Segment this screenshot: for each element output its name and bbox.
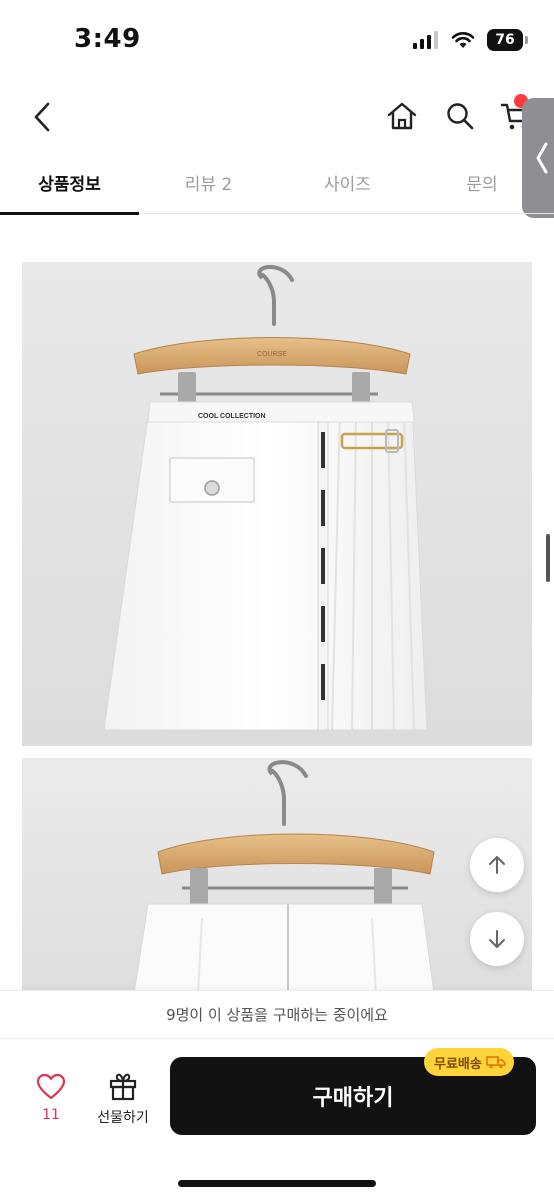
product-image-back xyxy=(22,758,532,994)
wifi-icon xyxy=(451,32,475,48)
heart-icon xyxy=(36,1073,66,1100)
search-icon xyxy=(447,103,474,130)
top-nav-bar xyxy=(0,84,554,150)
gift-button[interactable]: 선물하기 xyxy=(88,1071,158,1161)
gift-icon xyxy=(109,1073,137,1101)
scrollbar-thumb[interactable] xyxy=(546,534,550,582)
battery-level: 76 xyxy=(487,29,523,51)
tab-reviews[interactable]: 리뷰 2 xyxy=(139,150,278,214)
scroll-bottom-button[interactable] xyxy=(470,912,524,966)
status-icons: 76 xyxy=(413,28,528,52)
purchase-activity-notice: 9명이 이 상품을 구매하는 중이에요 xyxy=(0,990,554,1038)
status-bar: 3:49 76 xyxy=(0,0,554,84)
product-image-front: COURSE COOL COLLECTION xyxy=(22,262,532,746)
arrow-up-icon xyxy=(489,856,505,874)
active-tab-indicator xyxy=(0,212,139,215)
product-tabs: 상품정보 리뷰 2 사이즈 문의 xyxy=(0,150,554,215)
trim-text-waist: COOL COLLECTION xyxy=(198,413,266,420)
chevron-left-icon xyxy=(34,102,50,132)
free-shipping-label: 무료배송 xyxy=(434,1056,482,1072)
like-count: 11 xyxy=(42,1107,60,1123)
battery-icon: 76 xyxy=(487,29,528,51)
like-button[interactable]: 11 xyxy=(24,1073,78,1163)
signal-icon xyxy=(413,31,438,49)
hanger-brand-text: COURSE xyxy=(257,351,287,358)
scroll-top-button[interactable] xyxy=(470,838,524,892)
home-icon xyxy=(387,102,417,130)
tab-inquiry[interactable]: 문의 xyxy=(417,150,547,214)
home-indicator xyxy=(178,1180,376,1187)
search-button[interactable] xyxy=(440,94,480,138)
truck-icon xyxy=(486,1056,506,1069)
free-shipping-badge: 무료배송 xyxy=(424,1048,514,1076)
back-button[interactable] xyxy=(22,94,62,140)
arrow-down-icon xyxy=(489,930,505,948)
gift-label: 선물하기 xyxy=(97,1110,149,1126)
tab-product-info[interactable]: 상품정보 xyxy=(0,150,139,214)
status-time: 3:49 xyxy=(74,24,141,54)
home-button[interactable] xyxy=(382,94,422,138)
tab-size[interactable]: 사이즈 xyxy=(278,150,417,214)
